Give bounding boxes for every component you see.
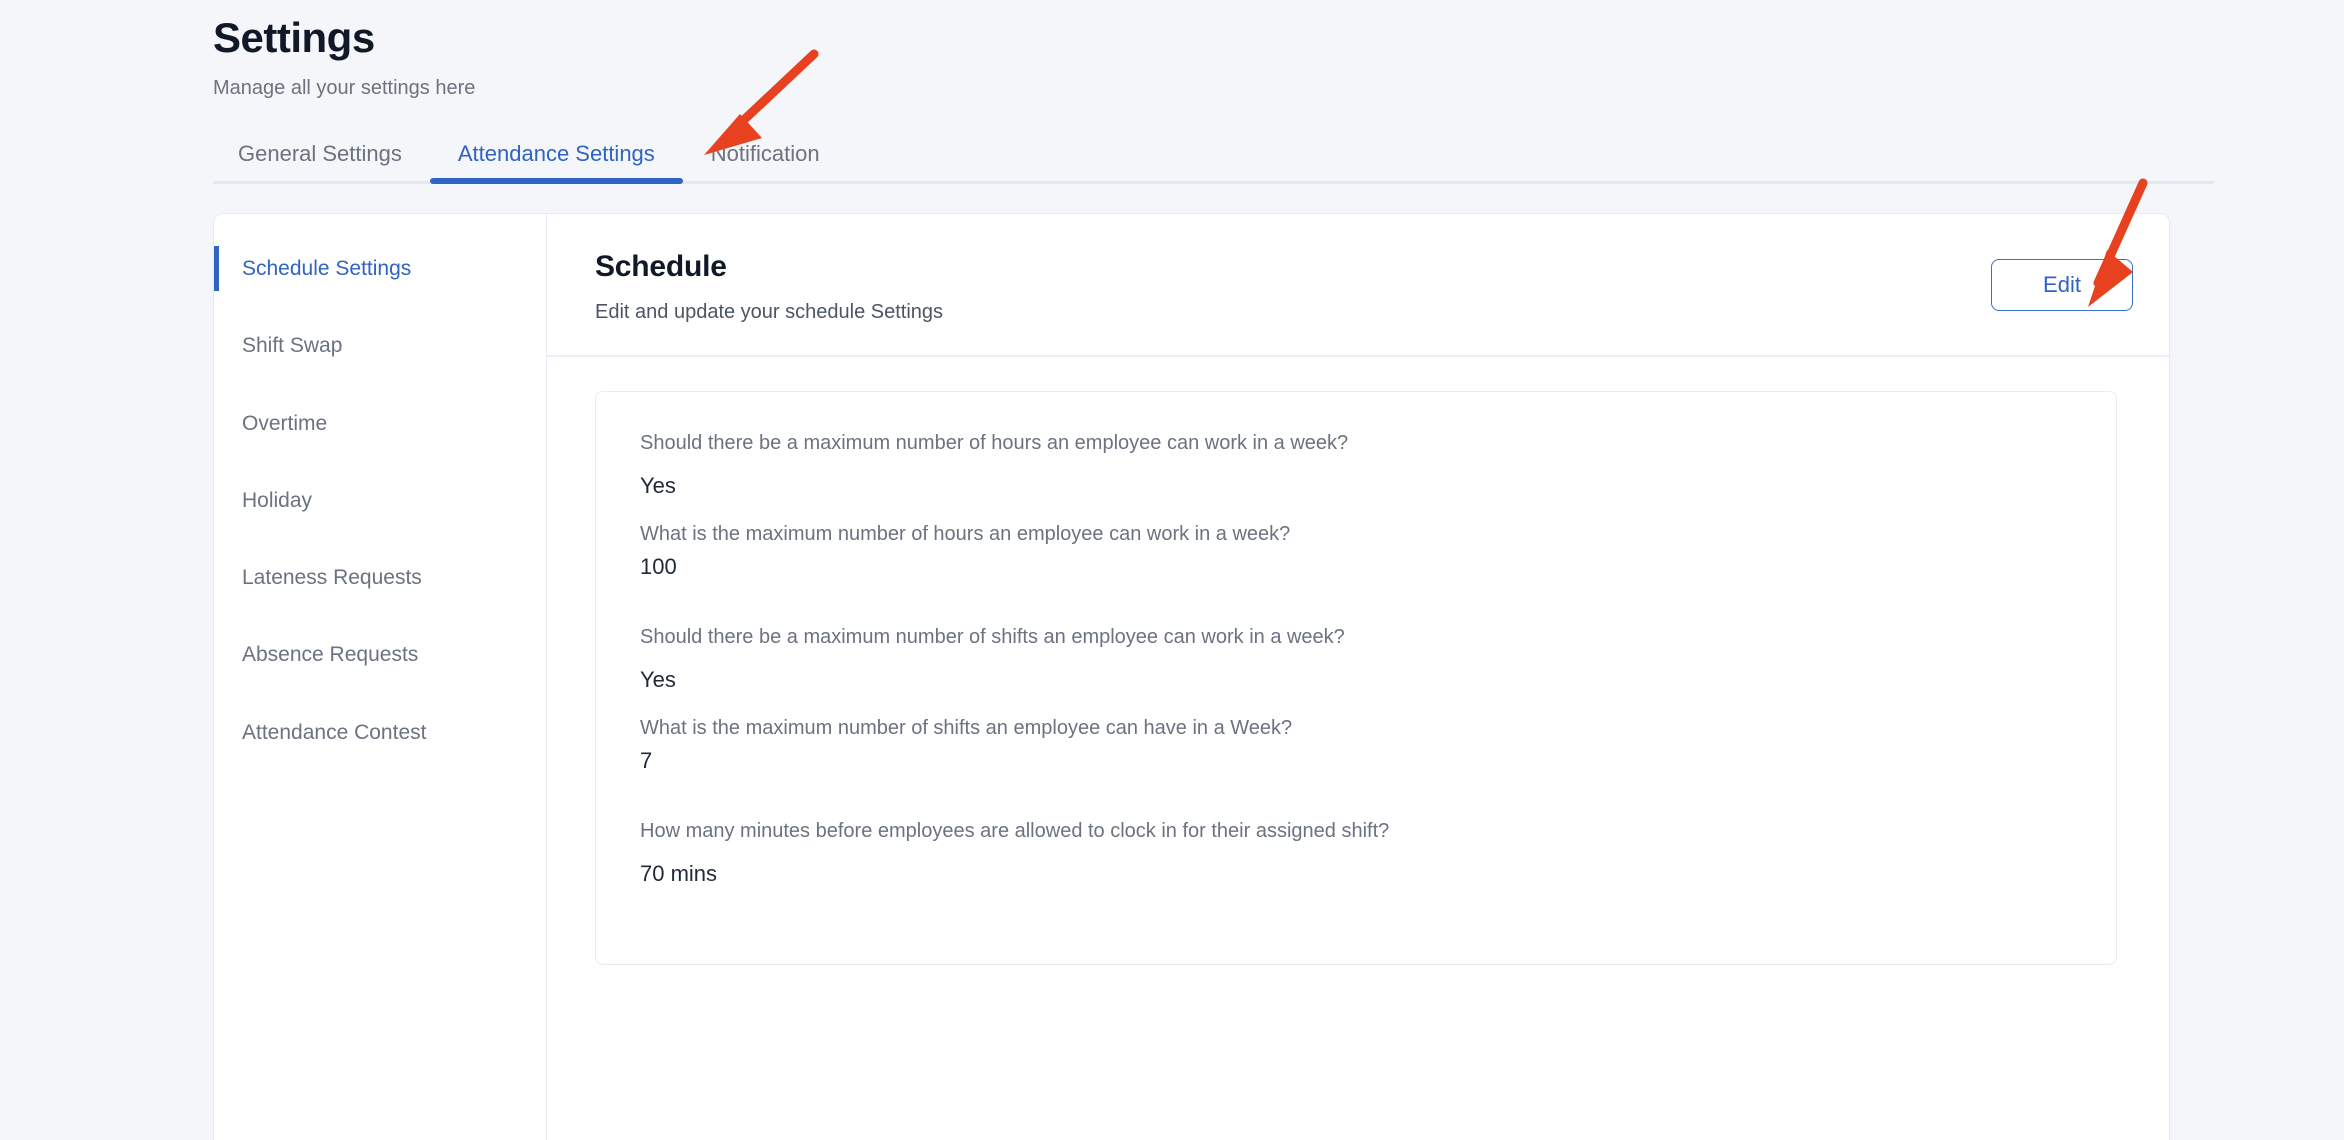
attendance-settings-sidenav: Schedule Settings Shift Swap Overtime Ho… [214, 214, 547, 1140]
question-label: How many minutes before employees are al… [640, 820, 1390, 843]
answer-value: Yes [640, 473, 676, 498]
page-title: Settings [213, 14, 375, 61]
setting-sub-max-hours: What is the maximum number of hours an e… [640, 521, 2072, 582]
answer-value: 7 [640, 747, 653, 773]
sidebar-item-absence-requests[interactable]: Absence Requests [214, 632, 546, 677]
tab-general-settings[interactable]: General Settings [213, 143, 430, 181]
section-description: Edit and update your schedule Settings [595, 301, 944, 323]
question-label: Should there be a maximum number of hour… [640, 432, 1349, 454]
tab-notification[interactable]: Notification [683, 143, 848, 181]
section-header-text: Schedule Edit and update your schedule S… [595, 249, 943, 324]
settings-panel: Schedule Settings Shift Swap Overtime Ho… [213, 213, 2170, 1140]
schedule-settings-card: Should there be a maximum number of hour… [595, 391, 2117, 965]
setting-group-max-hours: Should there be a maximum number of hour… [596, 430, 2116, 581]
setting-group-clock-in-window: How many minutes before employees are al… [596, 818, 2116, 889]
sidebar-item-label: Absence Requests [242, 643, 419, 667]
settings-tabbar: General Settings Attendance Settings Not… [213, 128, 2214, 185]
sidebar-item-holiday[interactable]: Holiday [214, 478, 546, 523]
sidebar-item-label: Shift Swap [242, 334, 343, 358]
sidebar-item-overtime[interactable]: Overtime [214, 401, 546, 446]
sidebar-item-attendance-contest[interactable]: Attendance Contest [214, 710, 546, 755]
sidebar-item-shift-swap[interactable]: Shift Swap [214, 323, 546, 368]
answer-value: Yes [640, 667, 676, 693]
schedule-card-wrapper: Should there be a maximum number of hour… [547, 357, 2169, 965]
section-title: Schedule [595, 250, 727, 283]
answer-value: 100 [640, 553, 677, 579]
sidebar-item-lateness-requests[interactable]: Lateness Requests [214, 555, 546, 600]
question-label: What is the maximum number of hours an e… [640, 522, 1291, 545]
sidebar-item-label: Overtime [242, 411, 328, 435]
tab-attendance-settings[interactable]: Attendance Settings [429, 143, 683, 185]
sidebar-item-label: Attendance Contest [242, 720, 427, 744]
section-header: Schedule Edit and update your schedule S… [547, 214, 2169, 357]
setting-sub-max-shifts: What is the maximum number of shifts an … [640, 715, 2072, 776]
page-header: Settings Manage all your settings here [0, 0, 2344, 100]
question-label: Should there be a maximum number of shif… [640, 626, 1345, 649]
answer-value: 70 mins [640, 861, 718, 887]
sidebar-item-label: Schedule Settings [242, 257, 412, 280]
question-label: What is the maximum number of shifts an … [640, 716, 1293, 739]
sidebar-item-label: Lateness Requests [242, 566, 422, 590]
setting-group-max-shifts: Should there be a maximum number of shif… [596, 624, 2116, 775]
schedule-settings-content: Schedule Edit and update your schedule S… [547, 214, 2169, 1140]
sidebar-item-schedule-settings[interactable]: Schedule Settings [214, 246, 546, 292]
sidebar-item-label: Holiday [242, 488, 313, 512]
page-subtitle: Manage all your settings here [213, 77, 476, 100]
edit-button[interactable]: Edit [1991, 259, 2133, 311]
